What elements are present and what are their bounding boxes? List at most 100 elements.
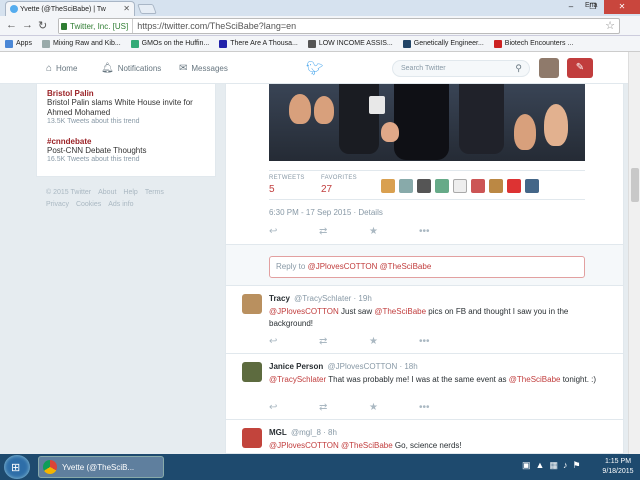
favoriter-avatar[interactable] (507, 179, 521, 193)
retweet-icon[interactable]: ⇄ (319, 402, 369, 413)
more-icon[interactable]: ••• (419, 226, 469, 237)
bookmark-apps[interactable]: Apps (0, 39, 37, 48)
reply-tweet[interactable]: Janice Person @JPlovesCOTTON · 18h @Trac… (225, 354, 624, 420)
footer-link[interactable]: Privacy (46, 201, 69, 208)
flag-icon[interactable]: ⚑ (572, 460, 580, 471)
network-icon[interactable]: ▦ (549, 460, 558, 471)
system-clock[interactable]: 1:15 PM 9/18/2015 (598, 457, 638, 477)
bookmark-item[interactable]: LOW INCOME ASSIS... (303, 39, 398, 48)
forward-arrow-icon[interactable]: → (22, 19, 33, 31)
mention-link[interactable]: @JPlovesCOTTON (269, 441, 339, 450)
nav-notifications[interactable]: 🔔︎ Notifications (101, 63, 161, 74)
scrollbar-thumb[interactable] (631, 168, 639, 202)
avatar[interactable] (242, 294, 262, 314)
bookmark-item[interactable]: GMOs on the Huffin... (126, 39, 215, 48)
favoriter-avatar[interactable] (381, 179, 395, 193)
page-scrollbar[interactable] (628, 52, 640, 454)
trend-item[interactable]: Bristol Palin Bristol Palin slams White … (47, 89, 212, 125)
bookmark-item[interactable]: There Are A Thousa... (214, 39, 303, 48)
mention-link[interactable]: @TheSciBabe (374, 307, 426, 316)
reply-input[interactable]: Reply to @JPlovesCOTTON @TheSciBabe (269, 256, 585, 278)
bookmark-item[interactable]: Biotech Encounters ... (489, 39, 578, 48)
mention-link[interactable]: @JPlovesCOTTON (269, 307, 339, 316)
close-window-icon[interactable]: ✕ (604, 0, 640, 14)
favorite-star-icon[interactable]: ★ (369, 226, 419, 237)
favorites-stat[interactable]: FAVORITES 27 (321, 175, 357, 195)
maximize-icon[interactable]: ❐ (582, 0, 604, 14)
compose-tweet-button[interactable]: ✎ (567, 58, 593, 78)
browser-titlebar: Yvette (@TheSciBabe) | Tw ✕ Ena – ❐ ✕ (0, 0, 640, 16)
search-input[interactable]: Search Twitter ⚲ (392, 60, 530, 77)
favoriter-avatar[interactable] (489, 179, 503, 193)
back-arrow-icon[interactable]: ← (6, 19, 17, 31)
reply-author[interactable]: MGL (269, 428, 287, 437)
favoriter-avatar[interactable] (525, 179, 539, 193)
retweets-stat[interactable]: RETWEETS 5 (269, 175, 305, 195)
ev-certificate-badge[interactable]: Twitter, Inc. [US] (59, 19, 134, 33)
retweet-icon[interactable]: ⇄ (319, 336, 369, 347)
footer-link[interactable]: Help (123, 189, 137, 196)
trend-title[interactable]: Bristol Palin (47, 89, 212, 98)
nav-home[interactable]: ⌂ Home (46, 63, 77, 74)
taskbar-chrome-window[interactable]: Yvette (@TheSciB... (38, 456, 164, 478)
avatar[interactable] (539, 58, 559, 78)
search-icon[interactable]: ⚲ (515, 63, 522, 74)
favoriter-avatar[interactable] (453, 179, 467, 193)
minimize-icon[interactable]: – (560, 0, 582, 14)
details-link[interactable]: Details (358, 208, 382, 217)
address-bar[interactable]: Twitter, Inc. [US] https://twitter.com/T… (58, 18, 620, 34)
reply-text-part: Go, science nerds! (392, 441, 462, 450)
trend-item[interactable]: #cnndebate Post-CNN Debate Thoughts 16.5… (47, 137, 212, 163)
footer-link[interactable]: About (98, 189, 116, 196)
favoriter-avatar[interactable] (435, 179, 449, 193)
reply-icon[interactable]: ↩ (269, 336, 319, 347)
favoriter-avatar[interactable] (399, 179, 413, 193)
reload-icon[interactable]: ↻ (38, 19, 47, 32)
footer-link[interactable]: Cookies (76, 201, 101, 208)
new-tab-button[interactable] (137, 4, 157, 14)
reply-handle[interactable]: @TracySchlater · 19h (294, 294, 372, 303)
tray-app-icon[interactable]: ▣ (522, 460, 531, 471)
tray-up-arrow-icon[interactable]: ▲ (536, 460, 545, 471)
reply-tweet[interactable]: MGL @mgl_8 · 8h @JPlovesCOTTON @TheSciBa… (225, 420, 624, 454)
start-button[interactable]: ⊞ (4, 455, 30, 479)
compose-icon: ✎ (575, 62, 585, 73)
mention-link[interactable]: @TheSciBabe (509, 375, 561, 384)
reply-tweet[interactable]: Tracy @TracySchlater · 19h @JPlovesCOTTO… (225, 286, 624, 354)
favorite-star-icon[interactable]: ★ (369, 336, 419, 347)
bookmark-item[interactable]: Genetically Engineer... (398, 39, 489, 48)
nav-messages[interactable]: ✉ Messages (179, 63, 228, 74)
more-icon[interactable]: ••• (419, 336, 469, 347)
window-controls: – ❐ ✕ (560, 0, 640, 14)
reply-icon[interactable]: ↩ (269, 226, 319, 237)
bookmark-item[interactable]: Mixing Raw and Kib... (37, 39, 126, 48)
tweet-time: 6:30 PM - 17 Sep 2015 (269, 208, 352, 217)
volume-icon[interactable]: ♪ (563, 460, 568, 471)
avatar[interactable] (242, 362, 262, 382)
favoriter-avatar[interactable] (417, 179, 431, 193)
bookmark-icon (41, 39, 50, 48)
mention-link[interactable]: @TheSciBabe (341, 441, 393, 450)
avatar[interactable] (242, 428, 262, 448)
nav-notifications-label: Notifications (117, 64, 162, 73)
browser-tab[interactable]: Yvette (@TheSciBabe) | Tw ✕ (5, 1, 135, 16)
favorite-star-icon[interactable]: ★ (369, 402, 419, 413)
reply-handle[interactable]: @JPlovesCOTTON · 18h (327, 362, 417, 371)
tweet-photo[interactable] (269, 84, 585, 161)
footer-link[interactable]: Ads info (108, 201, 133, 208)
trend-title[interactable]: #cnndebate (47, 137, 212, 146)
reply-handle[interactable]: @mgl_8 · 8h (291, 428, 337, 437)
mention-link[interactable]: @TracySchlater (269, 375, 326, 384)
retweet-icon[interactable]: ⇄ (319, 226, 369, 237)
twitter-bird-icon[interactable]: 🐦︎ (306, 60, 324, 77)
tab-close-icon[interactable]: ✕ (123, 4, 130, 13)
reply-icon[interactable]: ↩ (269, 402, 319, 413)
nav-home-label: Home (56, 64, 78, 73)
reply-author[interactable]: Tracy (269, 294, 290, 303)
footer-link[interactable]: Terms (145, 189, 164, 196)
reply-author[interactable]: Janice Person (269, 362, 323, 371)
more-icon[interactable]: ••• (419, 402, 469, 413)
bookmark-star-icon[interactable]: ☆ (605, 19, 615, 32)
favoriter-avatar[interactable] (471, 179, 485, 193)
bell-icon: 🔔︎ (101, 63, 114, 74)
